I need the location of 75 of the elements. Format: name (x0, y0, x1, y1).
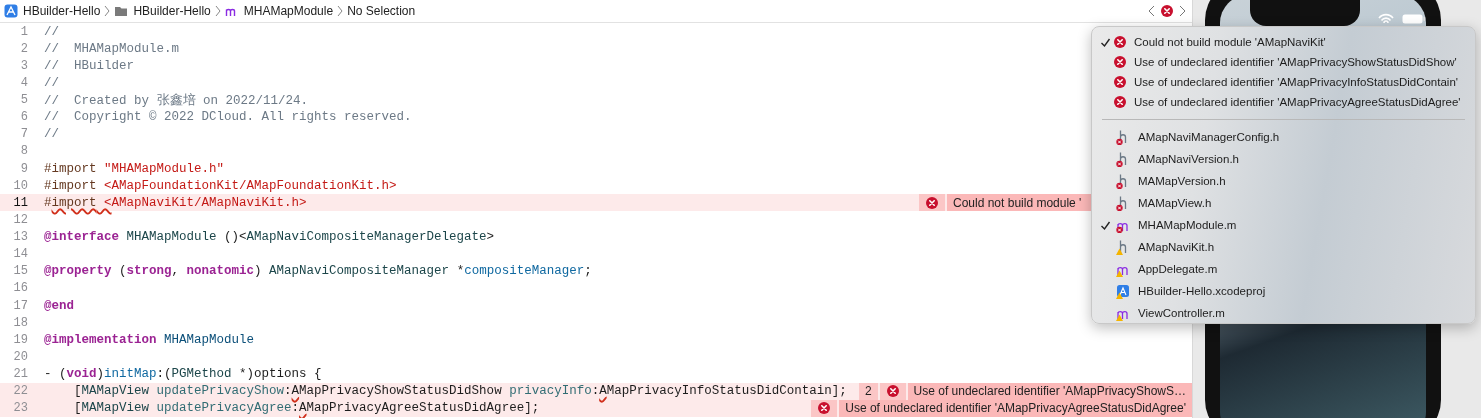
line-number: 10 (12, 178, 28, 193)
menu-item[interactable]: Use of undeclared identifier 'AMapPrivacyShowStatusDidShow' (1134, 56, 1457, 68)
code-text: #import "MHAMapModule.h" (44, 161, 225, 176)
error-message: Use of undeclared identifier 'AMapPrivacyShowS… (907, 382, 1192, 400)
line-number: 7 (19, 127, 28, 142)
next-issue-icon[interactable] (1179, 5, 1186, 17)
line-number: 20 (12, 349, 28, 364)
issue-count: 2 (858, 382, 878, 400)
code-text: // MHAMapModule.m (44, 41, 180, 56)
battery-icon (1402, 14, 1425, 24)
error-icon (1114, 96, 1126, 108)
breadcrumb-item[interactable]: HBuilder-Hello (133, 4, 211, 18)
line-number: 6 (19, 110, 28, 125)
code-text: #import <AMapNaviKit/AMapNaviKit.h> (44, 195, 307, 210)
code-text: @implementation MHAMapModule (44, 332, 255, 347)
code-text: [MAMapView updatePrivacyShow:AMapPrivacyShowStatusDidShow privacyInfo:AMapPrivacyInfoStatusDidContain]; (73, 384, 847, 399)
code-text: // (44, 24, 59, 39)
line-number: 3 (19, 58, 28, 73)
line-number: 21 (12, 367, 28, 382)
menu-item[interactable]: AMapNaviManagerConfig.h (1138, 131, 1280, 143)
breadcrumb-item[interactable]: HBuilder-Hello (23, 4, 101, 18)
line-number: 9 (19, 161, 28, 176)
code-text: // (44, 75, 59, 90)
line-number: 16 (12, 281, 28, 296)
error-icon (1114, 36, 1126, 48)
line-number: 1 (19, 24, 28, 39)
code-text: // Copyright © 2022 DCloud. All rights reserved. (44, 110, 412, 125)
menu-item[interactable]: Could not build module 'AMapNaviKit' (1134, 36, 1326, 48)
menu-item[interactable]: AMapNaviKit.h (1138, 241, 1215, 253)
error-icon (1114, 56, 1126, 68)
issue-error-icon (1161, 5, 1173, 17)
code-text: // Created by 张鑫培 on 2022/11/24. (44, 92, 309, 109)
line-number: 18 (12, 315, 28, 330)
previous-issue-icon[interactable] (1148, 5, 1155, 17)
app-icon (4, 4, 18, 18)
menu-item[interactable]: MAMapVersion.h (1138, 175, 1226, 187)
error-icon (926, 196, 938, 209)
code-text: // (44, 127, 59, 142)
menu-item[interactable]: MHAMapModule.m (1138, 219, 1237, 231)
line-number: 22 (12, 384, 28, 399)
folder-icon (114, 4, 129, 18)
chevron-icon (214, 5, 221, 17)
error-icon (818, 402, 831, 415)
line-number: 19 (12, 332, 28, 347)
wifi-icon (1378, 13, 1394, 24)
code-text: @end (44, 298, 74, 313)
line-number: 4 (19, 75, 28, 90)
code-text: #import <AMapFoundationKit/AMapFoundationKit.h> (44, 178, 397, 193)
menu-item[interactable]: AMapNaviVersion.h (1138, 153, 1239, 165)
menu-item[interactable]: HBuilder-Hello.xcodeproj (1138, 285, 1266, 297)
error-icon (1114, 76, 1126, 88)
error-icon (886, 385, 899, 398)
chevron-icon (337, 5, 344, 17)
code-text: - (void)initMap:(PGMethod *)options { (44, 367, 322, 382)
menu-item[interactable]: Use of undeclared identifier 'AMapPrivacyInfoStatusDidContain' (1134, 76, 1458, 88)
code-text: [MAMapView updatePrivacyAgree:AMapPrivacyAgreeStatusDidAgree]; (73, 401, 540, 416)
line-number: 5 (19, 93, 28, 108)
chevron-icon (104, 5, 111, 17)
code-text: @property (strong, nonatomic) AMapNaviCompositeManager *compositeManager; (44, 264, 592, 279)
line-number: 15 (12, 264, 28, 279)
menu-item[interactable]: AppDelegate.m (1138, 263, 1218, 275)
line-number: 12 (12, 212, 28, 227)
menu-item[interactable]: ViewController.m (1138, 307, 1225, 319)
line-number: 14 (12, 247, 28, 262)
line-number: 23 (12, 401, 28, 416)
line-number: 17 (12, 298, 28, 313)
menu-item[interactable]: Use of undeclared identifier 'AMapPrivacyAgreeStatusDidAgree' (1134, 96, 1461, 108)
code-text: @interface MHAMapModule ()<AMapNaviCompositeManagerDelegate> (44, 230, 495, 245)
breadcrumb-item[interactable]: MHAMapModule (243, 4, 334, 18)
code-text: // HBuilder (44, 58, 134, 73)
line-number: 8 (19, 144, 28, 159)
breadcrumb-item[interactable]: No Selection (347, 4, 416, 18)
line-number: 2 (19, 41, 28, 56)
line-number: 11 (12, 195, 28, 210)
line-number: 13 (12, 230, 28, 245)
